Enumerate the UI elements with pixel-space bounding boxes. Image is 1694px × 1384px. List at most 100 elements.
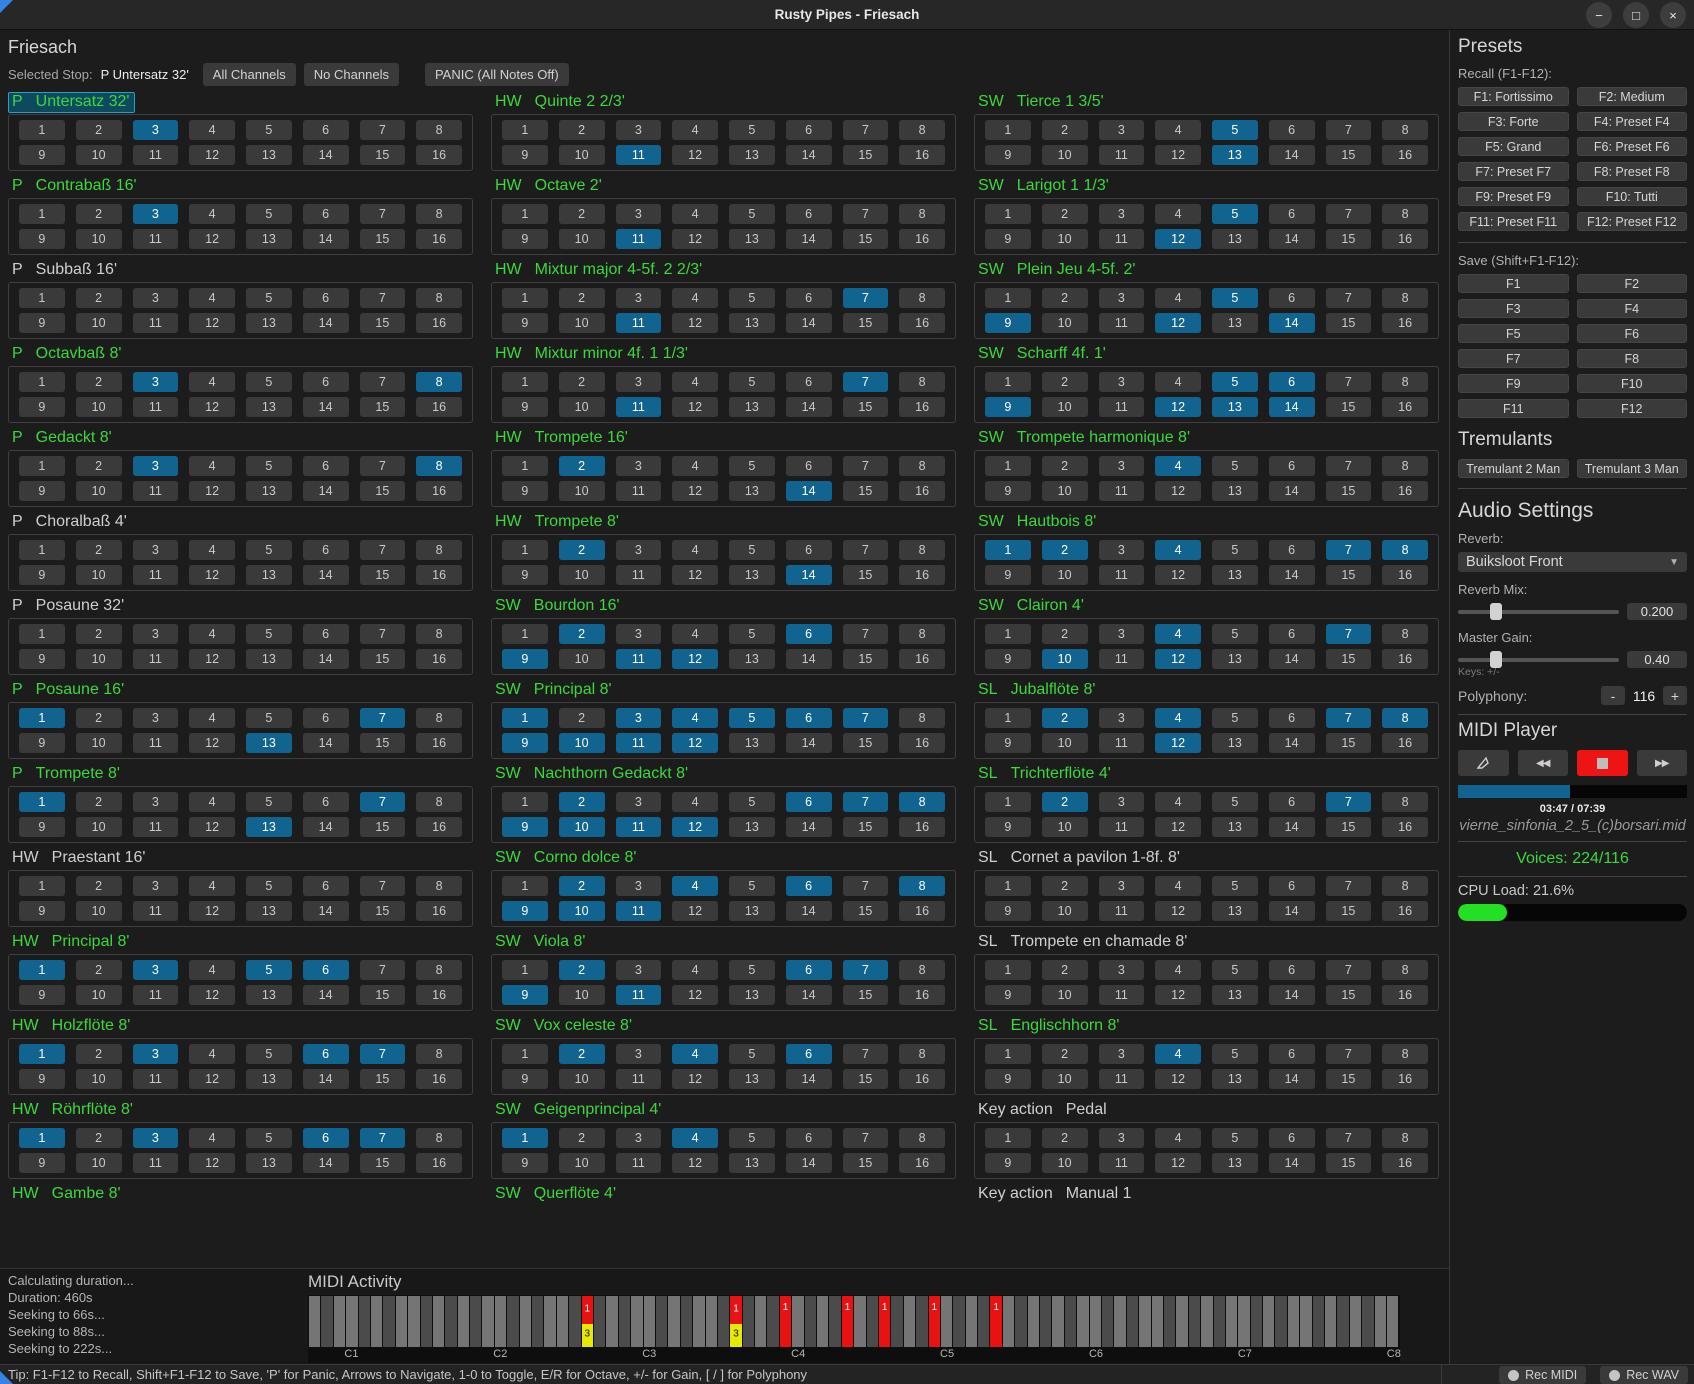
channel-button[interactable]: 8 xyxy=(1382,708,1428,728)
channel-button[interactable]: 14 xyxy=(1269,313,1315,333)
channel-button[interactable]: 6 xyxy=(786,120,832,140)
channel-button[interactable]: 8 xyxy=(416,1128,462,1148)
channel-button[interactable]: 12 xyxy=(672,985,718,1005)
channel-button[interactable]: 4 xyxy=(672,204,718,224)
channel-button[interactable]: 5 xyxy=(729,708,775,728)
maximize-button[interactable]: □ xyxy=(1623,2,1649,28)
channel-button[interactable]: 16 xyxy=(416,649,462,669)
channel-button[interactable]: 2 xyxy=(1042,288,1088,308)
channel-button[interactable]: 16 xyxy=(1382,1069,1428,1089)
mute-button[interactable] xyxy=(1458,750,1509,776)
channel-button[interactable]: 1 xyxy=(502,792,548,812)
channel-button[interactable]: 3 xyxy=(133,1128,179,1148)
channel-button[interactable]: 9 xyxy=(502,313,548,333)
channel-button[interactable]: 3 xyxy=(1099,876,1145,896)
channel-button[interactable]: 12 xyxy=(1155,649,1201,669)
channel-button[interactable]: 4 xyxy=(189,372,235,392)
channel-button[interactable]: 15 xyxy=(1326,1153,1372,1173)
channel-button[interactable]: 9 xyxy=(502,901,548,921)
channel-button[interactable]: 3 xyxy=(616,876,662,896)
channel-button[interactable]: 10 xyxy=(1042,817,1088,837)
channel-button[interactable]: 16 xyxy=(416,229,462,249)
channel-button[interactable]: 10 xyxy=(1042,229,1088,249)
channel-button[interactable]: 15 xyxy=(843,649,889,669)
channel-button[interactable]: 10 xyxy=(1042,733,1088,753)
channel-button[interactable]: 5 xyxy=(246,1044,292,1064)
channel-button[interactable]: 16 xyxy=(899,817,945,837)
channel-button[interactable]: 15 xyxy=(843,733,889,753)
channel-button[interactable]: 6 xyxy=(1269,204,1315,224)
channel-button[interactable]: 12 xyxy=(189,565,235,585)
channel-button[interactable]: 3 xyxy=(133,288,179,308)
channel-button[interactable]: 11 xyxy=(133,1153,179,1173)
channel-button[interactable]: 13 xyxy=(1212,397,1258,417)
channel-button[interactable]: 10 xyxy=(1042,649,1088,669)
channel-button[interactable]: 12 xyxy=(672,481,718,501)
channel-button[interactable]: 15 xyxy=(843,901,889,921)
channel-button[interactable]: 9 xyxy=(985,481,1031,501)
channel-button[interactable]: 1 xyxy=(985,372,1031,392)
channel-button[interactable]: 7 xyxy=(1326,540,1372,560)
channel-button[interactable]: 15 xyxy=(360,565,406,585)
channel-button[interactable]: 9 xyxy=(985,649,1031,669)
channel-button[interactable]: 15 xyxy=(360,649,406,669)
channel-button[interactable]: 14 xyxy=(786,481,832,501)
stop-name[interactable]: HWTrompete 8' xyxy=(491,512,956,533)
channel-button[interactable]: 15 xyxy=(1326,1069,1372,1089)
channel-button[interactable]: 16 xyxy=(416,985,462,1005)
channel-button[interactable]: 4 xyxy=(1155,792,1201,812)
channel-button[interactable]: 14 xyxy=(303,901,349,921)
channel-button[interactable]: 4 xyxy=(189,624,235,644)
channel-button[interactable]: 11 xyxy=(616,397,662,417)
channel-button[interactable]: 5 xyxy=(246,960,292,980)
channel-button[interactable]: 12 xyxy=(189,229,235,249)
channel-button[interactable]: 15 xyxy=(360,985,406,1005)
channel-button[interactable]: 10 xyxy=(76,565,122,585)
channel-button[interactable]: 8 xyxy=(416,288,462,308)
channel-button[interactable]: 1 xyxy=(502,1128,548,1148)
channel-button[interactable]: 11 xyxy=(616,481,662,501)
channel-button[interactable]: 5 xyxy=(729,204,775,224)
channel-button[interactable]: 15 xyxy=(843,985,889,1005)
channel-button[interactable]: 14 xyxy=(303,817,349,837)
channel-button[interactable]: 15 xyxy=(360,1153,406,1173)
channel-button[interactable]: 13 xyxy=(729,901,775,921)
channel-button[interactable]: 15 xyxy=(843,1153,889,1173)
channel-button[interactable]: 7 xyxy=(360,456,406,476)
channel-button[interactable]: 4 xyxy=(672,288,718,308)
channel-button[interactable]: 2 xyxy=(76,624,122,644)
channel-button[interactable]: 6 xyxy=(786,1128,832,1148)
channel-button[interactable]: 12 xyxy=(1155,817,1201,837)
reverb-mix-slider[interactable] xyxy=(1458,603,1619,620)
channel-button[interactable]: 4 xyxy=(189,120,235,140)
channel-button[interactable]: 1 xyxy=(19,960,65,980)
channel-button[interactable]: 1 xyxy=(19,372,65,392)
channel-button[interactable]: 10 xyxy=(76,817,122,837)
channel-button[interactable]: 8 xyxy=(1382,624,1428,644)
channel-button[interactable]: 4 xyxy=(672,960,718,980)
channel-button[interactable]: 7 xyxy=(843,288,889,308)
channel-button[interactable]: 2 xyxy=(559,204,605,224)
channel-button[interactable]: 6 xyxy=(786,876,832,896)
channel-button[interactable]: 14 xyxy=(303,313,349,333)
channel-button[interactable]: 6 xyxy=(303,120,349,140)
channel-button[interactable]: 7 xyxy=(843,1044,889,1064)
channel-button[interactable]: 4 xyxy=(1155,708,1201,728)
channel-button[interactable]: 5 xyxy=(729,372,775,392)
channel-button[interactable]: 1 xyxy=(19,120,65,140)
channel-button[interactable]: 10 xyxy=(559,901,605,921)
channel-button[interactable]: 5 xyxy=(729,540,775,560)
channel-button[interactable]: 15 xyxy=(843,313,889,333)
channel-button[interactable]: 9 xyxy=(19,313,65,333)
channel-button[interactable]: 9 xyxy=(985,985,1031,1005)
channel-button[interactable]: 4 xyxy=(672,876,718,896)
channel-button[interactable]: 5 xyxy=(246,876,292,896)
channel-button[interactable]: 6 xyxy=(303,1044,349,1064)
channel-button[interactable]: 3 xyxy=(1099,1128,1145,1148)
channel-button[interactable]: 4 xyxy=(1155,540,1201,560)
channel-button[interactable]: 8 xyxy=(899,204,945,224)
channel-button[interactable]: 7 xyxy=(360,120,406,140)
channel-button[interactable]: 14 xyxy=(1269,481,1315,501)
stop-name[interactable]: HWQuinte 2 2/3' xyxy=(491,92,956,113)
channel-button[interactable]: 8 xyxy=(899,456,945,476)
